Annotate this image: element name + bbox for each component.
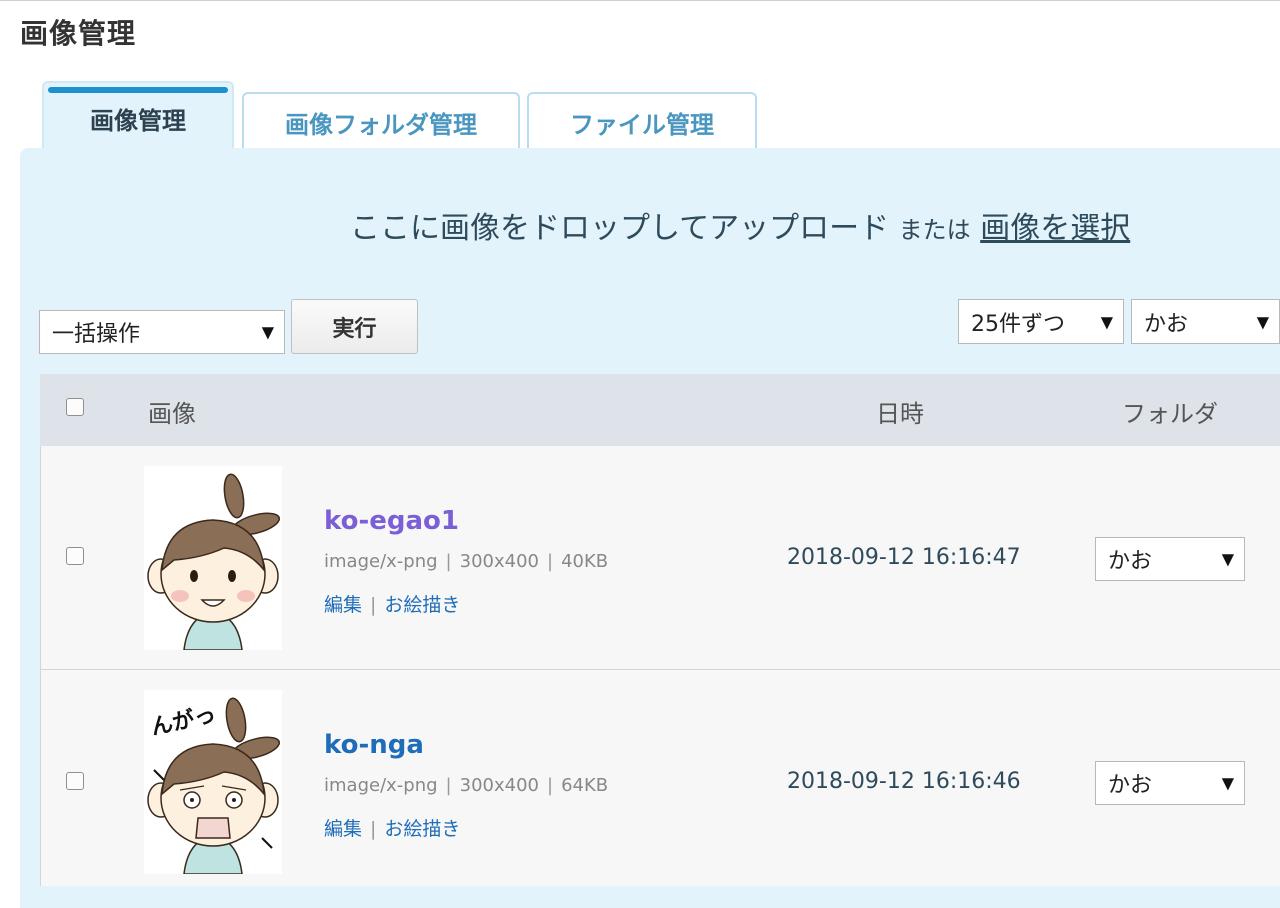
image-thumbnail[interactable]: んがっ — [144, 690, 282, 874]
row-folder-value: かお — [1108, 549, 1153, 574]
thumb-caption: んがっ — [148, 701, 218, 740]
upload-date: 2018-09-12 16:16:46 — [787, 769, 1021, 794]
chevron-down-icon: ▼ — [1256, 312, 1269, 331]
separator: | — [370, 594, 377, 616]
image-dimensions: 300x400 — [459, 775, 539, 796]
column-header-folder: フォルダ — [1122, 400, 1218, 428]
row-folder-select[interactable]: かお ▼ — [1095, 537, 1245, 581]
image-meta: image/x-png | 300x400 | 40KB — [324, 551, 608, 572]
select-all-checkbox[interactable] — [66, 398, 84, 416]
smiling-child-illustration-icon — [147, 473, 281, 650]
draw-link[interactable]: お絵描き — [384, 818, 460, 840]
chevron-down-icon: ▼ — [1221, 773, 1234, 793]
per-page-value: 25件ずつ — [971, 311, 1065, 337]
folder-filter-value: かお — [1144, 311, 1189, 337]
bulk-action-select[interactable]: 一括操作 ▼ — [39, 310, 285, 354]
tab-image-folder-management[interactable]: 画像フォルダ管理 — [242, 92, 520, 150]
chevron-down-icon: ▼ — [261, 322, 274, 342]
tab-label: ファイル管理 — [570, 110, 714, 139]
separator: | — [445, 551, 452, 572]
column-header-image: 画像 — [148, 400, 196, 428]
separator: | — [547, 775, 554, 796]
table-left-border — [40, 446, 41, 886]
bulk-action-value: 一括操作 — [52, 322, 141, 347]
file-size: 40KB — [561, 551, 609, 572]
image-meta: image/x-png | 300x400 | 64KB — [324, 775, 608, 796]
row-folder-value: かお — [1108, 773, 1153, 798]
mime-type: image/x-png — [324, 775, 438, 796]
folder-filter-select[interactable]: かお ▼ — [1131, 299, 1280, 344]
separator: | — [370, 818, 377, 840]
tab-label: 画像管理 — [90, 107, 186, 135]
row-folder-select[interactable]: かお ▼ — [1095, 761, 1245, 805]
draw-link[interactable]: お絵描き — [384, 594, 460, 616]
top-border — [0, 0, 1280, 1]
row-checkbox[interactable] — [66, 772, 84, 790]
edit-link[interactable]: 編集 — [324, 594, 362, 616]
select-image-link[interactable]: 画像を選択 — [980, 211, 1130, 246]
tab-image-management[interactable]: 画像管理 — [42, 81, 234, 150]
drop-instruction: ここに画像をドロップしてアップロード — [350, 211, 890, 246]
image-thumbnail[interactable] — [144, 466, 282, 650]
page-title: 画像管理 — [20, 17, 137, 50]
per-page-select[interactable]: 25件ずつ ▼ — [958, 299, 1124, 344]
separator: | — [547, 551, 554, 572]
image-name-link[interactable]: ko-egao1 — [324, 506, 459, 536]
separator: | — [445, 775, 452, 796]
drop-zone[interactable]: ここに画像をドロップしてアップロード または 画像を選択 — [350, 203, 1130, 247]
file-size: 64KB — [561, 775, 609, 796]
or-text: または — [898, 216, 971, 244]
chevron-down-icon: ▼ — [1100, 312, 1113, 331]
column-header-date: 日時 — [876, 400, 924, 428]
upload-date: 2018-09-12 16:16:47 — [787, 545, 1021, 570]
table-header — [40, 374, 1280, 446]
execute-button[interactable]: 実行 — [291, 299, 418, 354]
tab-file-management[interactable]: ファイル管理 — [527, 92, 757, 150]
row-actions: 編集 | お絵描き — [324, 590, 460, 617]
chevron-down-icon: ▼ — [1221, 549, 1234, 569]
tab-label: 画像フォルダ管理 — [285, 110, 477, 139]
image-name-link[interactable]: ko-nga — [324, 730, 424, 760]
angry-child-illustration-icon: んがっ — [147, 697, 281, 874]
image-dimensions: 300x400 — [459, 551, 539, 572]
edit-link[interactable]: 編集 — [324, 818, 362, 840]
mime-type: image/x-png — [324, 551, 438, 572]
row-checkbox[interactable] — [66, 547, 84, 565]
row-actions: 編集 | お絵描き — [324, 814, 460, 841]
